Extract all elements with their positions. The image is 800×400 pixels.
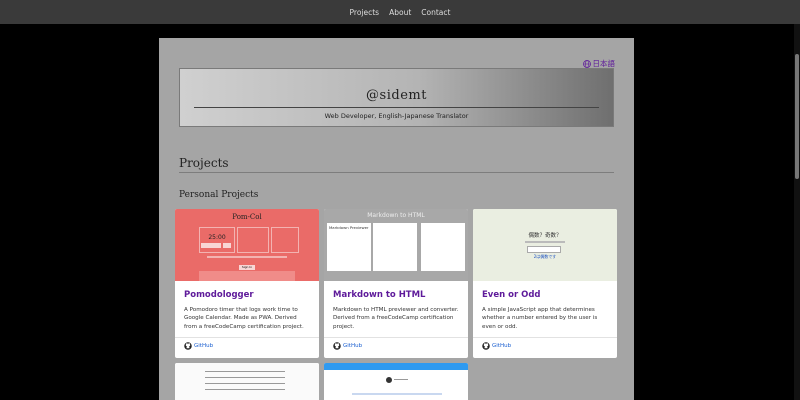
github-link[interactable]: GitHub [184,342,213,350]
thumb-instruction-line [525,241,565,243]
thumb-title-line [394,379,408,380]
thumb-timer: 25:00 [208,234,226,241]
hero-subtitle: Web Developer, English-Japanese Translat… [324,112,469,120]
github-link-label: GitHub [343,343,363,349]
main-panel: 日本語 @sidemt Web Developer, English-Japan… [159,38,634,400]
thumb-preview-pane [373,223,417,271]
thumb-avatar-dot [386,377,392,383]
thumb-html-pane [421,223,465,271]
thumb-signin-button: Sign In [239,265,255,270]
thumb-reset-button [223,243,231,248]
thumb-info-line [207,256,287,258]
thumb-text-line [205,389,285,390]
thumb-dots-row [352,393,442,395]
card-title[interactable]: Pomodologger [184,290,254,300]
thumb-text-line [205,371,285,372]
pomodologger-screenshot: Pom-Col 25:00 Sign In [175,209,319,281]
projects-heading: Projects [179,156,229,170]
thumb-start-button [201,243,221,248]
vertical-text-screenshot [175,363,319,400]
even-or-odd-screenshot: 偶数？奇数？ 2は偶数です [473,209,617,281]
nav-about[interactable]: About [389,8,411,17]
thumb-app-title: Markdown to HTML [367,212,425,219]
thumb-text-line [205,383,285,384]
github-link-label: GitHub [492,343,512,349]
card-description: A simple JavaScript app that determines … [482,307,598,330]
nav-projects[interactable]: Projects [350,8,380,17]
card-row2-first [175,363,319,400]
scrollbar-thumb[interactable] [795,54,799,179]
thumb-break-box [271,227,299,253]
thumb-app-title: 偶数？奇数？ [528,233,562,239]
nav-contact[interactable]: Contact [421,8,450,17]
card-title[interactable]: Even or Odd [482,290,541,300]
thumb-log-area [199,271,295,281]
thumb-header-bar [324,363,468,370]
github-link[interactable]: GitHub [333,342,362,350]
thumb-timer-box: 25:00 [199,227,235,253]
card-markdown-to-html: Markdown to HTML Markdown Previewer Mark… [324,209,468,358]
projects-divider [179,172,614,173]
card-pomodologger: Pom-Col 25:00 Sign In Pomodologger A Pom… [175,209,319,358]
hero-title: @sidemt [366,88,427,103]
github-icon [184,342,192,350]
card-row2-second [324,363,468,400]
personal-projects-heading: Personal Projects [179,190,259,200]
card-footer-divider [473,337,617,338]
markdown-screenshot: Markdown to HTML Markdown Previewer [324,209,468,281]
hero-divider [194,107,599,108]
thumb-app-title: Pom-Col [232,213,262,221]
card-description: Markdown to HTML previewer and converter… [333,307,459,330]
page-scrollbar[interactable] [794,24,800,400]
github-icon [333,342,341,350]
github-link-label: GitHub [194,343,214,349]
card-description: A Pomodoro timer that logs work time to … [184,307,304,330]
top-navbar: Projects About Contact [0,0,800,24]
thumb-editor-pane: Markdown Previewer [327,223,371,271]
card-title[interactable]: Markdown to HTML [333,290,425,300]
thumb-pane-title: Markdown Previewer [329,225,369,230]
thumb-session-box [237,227,269,253]
thumb-text-line [205,377,285,378]
card-even-or-odd: 偶数？奇数？ 2は偶数です Even or Odd A simple JavaS… [473,209,617,358]
thumb-number-input [527,246,561,253]
globe-icon [582,59,591,68]
hero-banner: @sidemt Web Developer, English-Japanese … [179,68,614,127]
card-footer-divider [175,337,319,338]
card-footer-divider [324,337,468,338]
thumb-result: 2は偶数です [533,254,557,259]
github-icon [482,342,490,350]
github-link[interactable]: GitHub [482,342,511,350]
